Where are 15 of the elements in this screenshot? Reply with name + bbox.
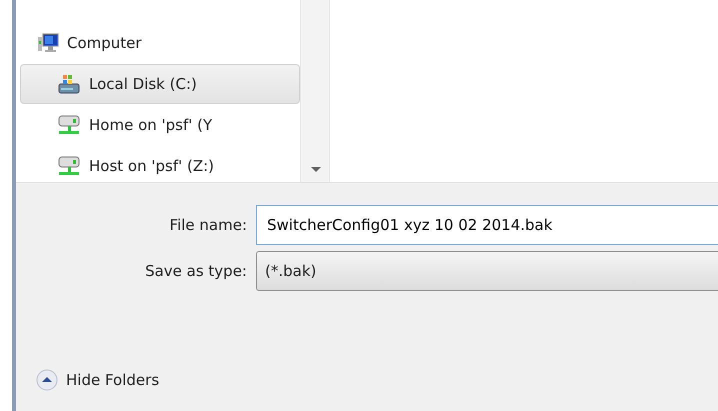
file-type-dropdown[interactable]: (*.bak): [256, 251, 718, 291]
network-drive-icon: [57, 155, 81, 177]
computer-icon: [37, 32, 59, 54]
field-label: Save as type:: [144, 260, 248, 282]
field-label: File name:: [168, 214, 248, 236]
hide-folders-button[interactable]: Hide Folders: [36, 368, 718, 391]
drive-icon: [57, 73, 81, 95]
folder-tree-item[interactable]: Host on 'psf' (Z:): [16, 146, 300, 186]
folder-tree-item[interactable]: Computer: [16, 23, 300, 63]
scroll-down-arrow-icon[interactable]: [311, 167, 321, 172]
collapse-icon: [36, 368, 58, 391]
folder-tree-item[interactable]: Local Disk (C:): [20, 64, 300, 104]
folder-tree-item[interactable]: Home on 'psf' (Y: [16, 105, 300, 145]
network-drive-icon: [57, 114, 81, 136]
file-name-field[interactable]: SwitcherConfig01 xyz 10 02 2014.bak: [256, 205, 718, 245]
